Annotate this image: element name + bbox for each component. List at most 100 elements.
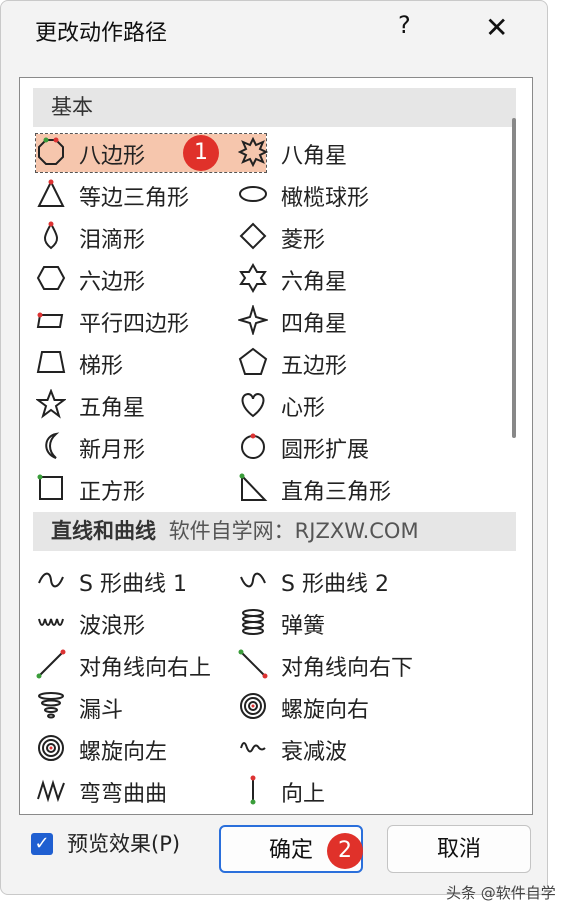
path-option-diagonal-down-right[interactable]: 对角线向右下 [238, 646, 468, 684]
path-option-spiral-right[interactable]: 螺旋向右 [238, 688, 468, 726]
path-option-label: 泪滴形 [79, 228, 146, 253]
path-option-parallelogram[interactable]: 平行四边形 [36, 302, 266, 340]
crescent-moon-icon [36, 431, 66, 461]
path-option-wave[interactable]: 波浪形 [36, 604, 266, 642]
diagonal-up-right-icon [36, 649, 66, 679]
path-option-pentagon[interactable]: 五边形 [238, 344, 468, 382]
spiral-left-icon [36, 733, 66, 763]
circle-expand-icon [238, 431, 268, 461]
path-option-label: 漏斗 [79, 698, 124, 723]
pentagon-icon [238, 347, 268, 377]
cancel-button[interactable]: 取消 [387, 825, 531, 873]
path-option-label: 等边三角形 [79, 186, 190, 211]
path-option-football[interactable]: 橄榄球形 [238, 176, 468, 214]
path-option-decaying-wave[interactable]: 衰减波 [238, 730, 468, 768]
path-option-diagonal-up-right[interactable]: 对角线向右上 [36, 646, 266, 684]
parallelogram-icon [36, 305, 66, 335]
motion-path-list[interactable]: 基本 八边形 八角星 等边三角形 橄榄球形 泪滴形 菱形 六边形 六角星 平行四边形 四角星 梯形五… [19, 77, 533, 815]
path-option-label: 圆形扩展 [281, 438, 370, 463]
path-option-square[interactable]: 正方形 [36, 470, 266, 508]
path-option-teardrop[interactable]: 泪滴形 [36, 218, 266, 256]
path-option-s-curve-2[interactable]: S 形曲线 2 [238, 562, 468, 600]
path-option-label: 弹簧 [281, 614, 326, 639]
path-option-hexagon[interactable]: 六边形 [36, 260, 266, 298]
path-option-label: 对角线向右上 [79, 656, 212, 681]
teardrop-icon [36, 221, 66, 251]
four-point-star-icon [236, 303, 270, 337]
group-title-basic: 基本 [51, 95, 93, 119]
group-header-basic: 基本 [33, 88, 516, 127]
path-option-eight-point-star[interactable]: 八角星 [237, 134, 468, 172]
six-point-star-icon [238, 262, 268, 294]
up-arrow-path-icon [238, 775, 268, 805]
path-option-label: S 形曲线 1 [79, 572, 187, 597]
path-option-funnel[interactable]: 漏斗 [36, 688, 266, 726]
path-option-label: 向上 [281, 782, 326, 807]
path-option-label: 衰减波 [281, 740, 348, 765]
path-option-s-curve-1[interactable]: S 形曲线 1 [36, 562, 266, 600]
ok-button-label: 确定 [268, 838, 313, 863]
eight-point-star-icon [237, 136, 269, 168]
path-option-trapezoid[interactable]: 梯形 [36, 344, 266, 382]
path-option-label: 橄榄球形 [281, 186, 370, 211]
help-button[interactable]: ? [398, 11, 411, 39]
path-option-label: 四角星 [281, 312, 348, 337]
zigzag-icon [36, 775, 66, 805]
path-option-label: 螺旋向右 [281, 698, 370, 723]
dialog-title: 更改动作路径 [35, 21, 168, 46]
path-option-crescent-moon[interactable]: 新月形 [36, 428, 266, 466]
path-option-label: 螺旋向左 [79, 740, 168, 765]
group-header-lines-curves: 直线和曲线 软件自学网：RJZXW.COM [33, 512, 516, 551]
trapezoid-icon [36, 347, 66, 377]
preview-checkbox-label: 预览效果(P) [67, 832, 181, 856]
heart-icon [238, 389, 268, 419]
five-point-star-icon [35, 388, 67, 419]
path-option-label: 六边形 [79, 270, 146, 295]
path-option-label: S 形曲线 2 [281, 572, 389, 597]
path-option-spring[interactable]: 弹簧 [238, 604, 468, 642]
cancel-button-label: 取消 [436, 837, 481, 862]
watermark-site-text: 软件自学网：RJZXW.COM [168, 519, 419, 543]
close-button[interactable]: ✕ [485, 11, 508, 44]
path-option-label: 正方形 [79, 480, 146, 505]
footer-watermark: 头条 @软件自学 [446, 884, 556, 902]
decaying-wave-icon [238, 733, 268, 763]
change-motion-path-dialog: 更改动作路径 ? ✕ 基本 八边形 八角星等边三角形 橄榄球形泪滴形 菱形六边形 六角星… [0, 0, 548, 895]
equilateral-triangle-icon [36, 179, 66, 209]
path-option-zigzag[interactable]: 弯弯曲曲 [36, 772, 266, 810]
spiral-right-icon [238, 691, 268, 721]
title-bar: 更改动作路径 ? ✕ [1, 1, 547, 63]
diagonal-down-right-icon [238, 649, 268, 679]
path-option-label: 八角星 [281, 144, 348, 169]
funnel-icon [36, 691, 66, 721]
diamond-icon [238, 221, 268, 251]
path-option-four-point-star[interactable]: 四角星 [236, 302, 468, 340]
path-option-octagon[interactable]: 八边形 [35, 133, 267, 173]
s-curve-1-icon [36, 565, 66, 595]
path-option-heart[interactable]: 心形 [238, 386, 468, 424]
path-option-diamond[interactable]: 菱形 [238, 218, 468, 256]
path-option-label: 对角线向右下 [281, 656, 414, 681]
path-option-up-arrow-path[interactable]: 向上 [238, 772, 468, 810]
path-option-label: 波浪形 [79, 614, 146, 639]
scrollbar-thumb[interactable] [512, 118, 516, 438]
hexagon-icon [36, 263, 66, 293]
octagon-icon [36, 137, 66, 167]
path-option-spiral-left[interactable]: 螺旋向左 [36, 730, 266, 768]
path-option-six-point-star[interactable]: 六角星 [238, 260, 468, 298]
s-curve-2-icon [238, 565, 268, 595]
path-option-label: 五边形 [281, 354, 348, 379]
step-badge-2: 2 [327, 833, 363, 869]
preview-checkbox[interactable]: ✓ [31, 833, 53, 855]
path-option-equilateral-triangle[interactable]: 等边三角形 [36, 176, 266, 214]
path-option-label: 六角星 [281, 270, 348, 295]
path-option-right-triangle[interactable]: 直角三角形 [238, 470, 468, 508]
spring-icon [238, 607, 268, 637]
path-option-circle-expand[interactable]: 圆形扩展 [238, 428, 468, 466]
path-option-five-point-star[interactable]: 五角星 [35, 386, 266, 424]
path-option-label: 心形 [281, 396, 326, 421]
wave-icon [36, 607, 66, 637]
right-triangle-icon [238, 473, 268, 503]
path-option-label: 五角星 [79, 396, 146, 421]
group-title-lines-curves: 直线和曲线 [51, 519, 156, 543]
